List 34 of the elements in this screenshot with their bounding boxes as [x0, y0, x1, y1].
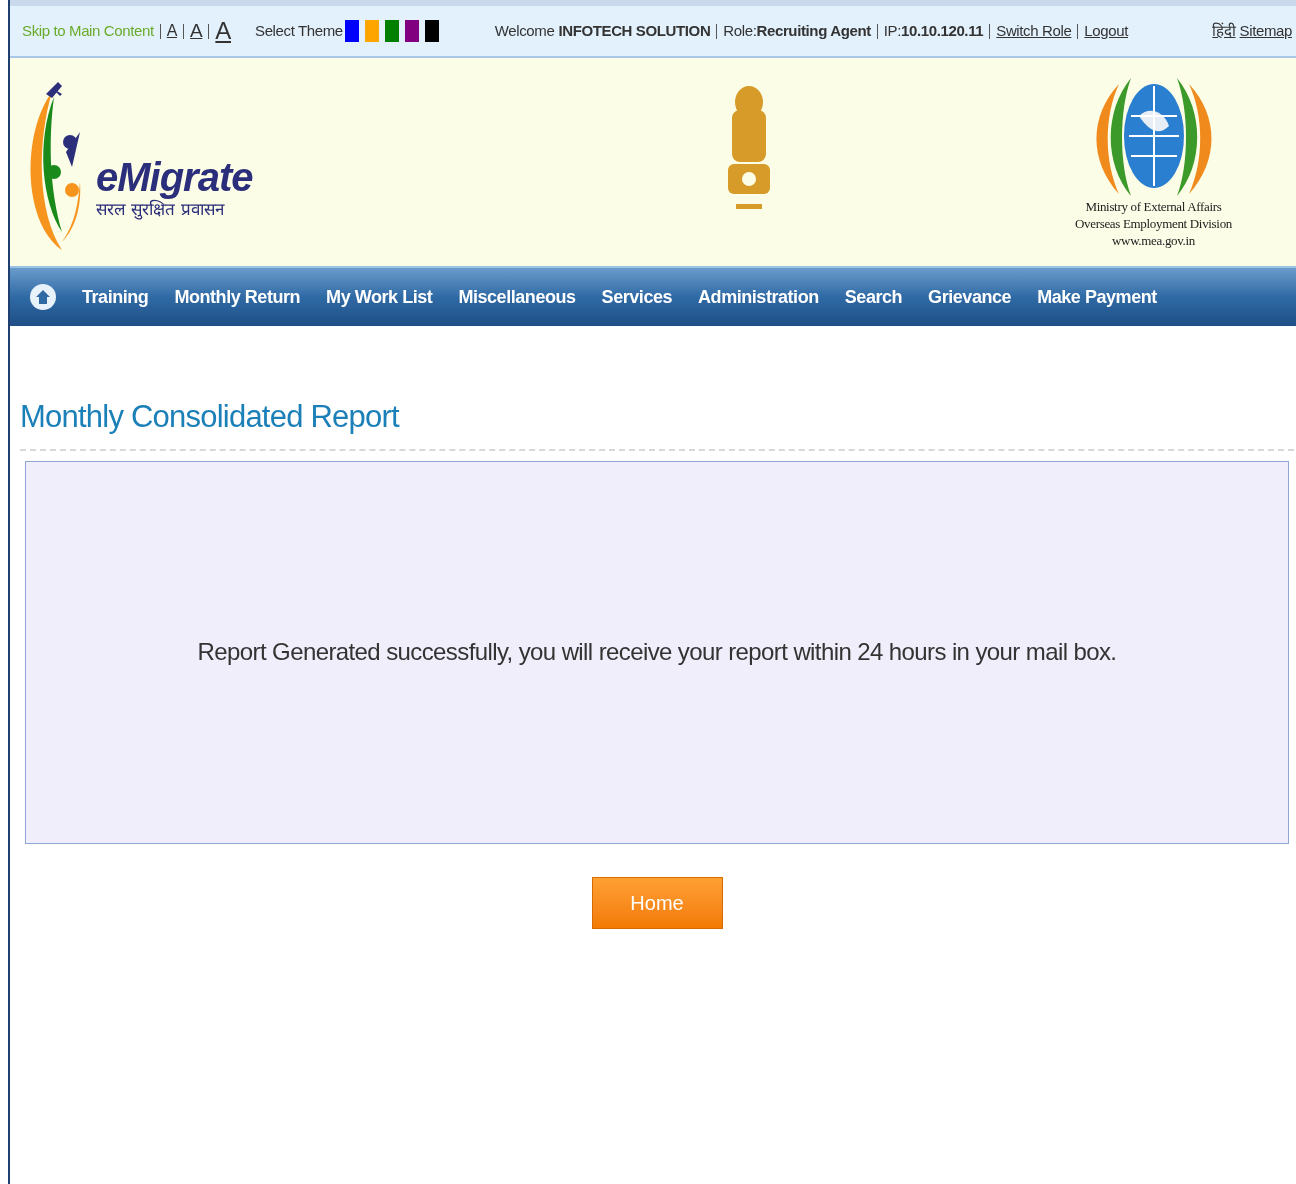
theme-swatch[interactable]: [364, 20, 379, 42]
font-size-link[interactable]: A: [215, 13, 231, 49]
header-link[interactable]: Switch Role: [996, 19, 1072, 43]
theme-swatch[interactable]: [404, 20, 419, 42]
theme-swatch[interactable]: [424, 20, 439, 42]
theme-label: Select Theme: [255, 20, 343, 41]
ministry-text: Overseas Employment Division: [1075, 214, 1232, 232]
ministry-text: www.mea.gov.in: [1112, 231, 1195, 249]
nav-item[interactable]: Search: [844, 283, 903, 311]
header-link[interactable]: Logout: [1084, 19, 1128, 43]
role-text: Role:Recruiting Agent: [723, 20, 871, 41]
success-message: Report Generated successfully, you will receive your report within 24 hours in your mail box.: [197, 637, 1117, 667]
nav-item[interactable]: Administration: [698, 283, 819, 311]
language-link[interactable]: हिंदी: [1212, 19, 1236, 43]
nav-item[interactable]: Make Payment: [1037, 283, 1157, 311]
theme-swatch[interactable]: [344, 20, 359, 42]
logo-title: eMigrate: [96, 156, 253, 197]
nav-item[interactable]: Grievance: [928, 283, 1012, 311]
nav-item[interactable]: Training: [82, 283, 149, 311]
sitemap-link[interactable]: Sitemap: [1239, 19, 1292, 43]
nav-item[interactable]: Miscellaneous: [458, 283, 576, 311]
user-name: INFOTECH SOLUTION: [558, 20, 711, 41]
theme-swatch[interactable]: [384, 20, 399, 42]
nav-item[interactable]: Services: [601, 283, 673, 311]
font-size-link[interactable]: A: [190, 16, 203, 46]
logo-tagline: सरल सुरक्षित प्रवासन: [96, 198, 225, 222]
home-icon[interactable]: [30, 284, 56, 310]
page-title: Monthly Consolidated Report: [20, 394, 1294, 451]
nav-item[interactable]: Monthly Return: [174, 283, 301, 311]
ip-text: IP:10.10.120.11: [883, 20, 984, 41]
ministry-text: Ministry of External Affairs: [1085, 197, 1222, 215]
welcome-text: Welcome: [494, 20, 555, 41]
nav-item[interactable]: My Work List: [326, 283, 433, 311]
font-size-link[interactable]: A: [166, 19, 178, 43]
